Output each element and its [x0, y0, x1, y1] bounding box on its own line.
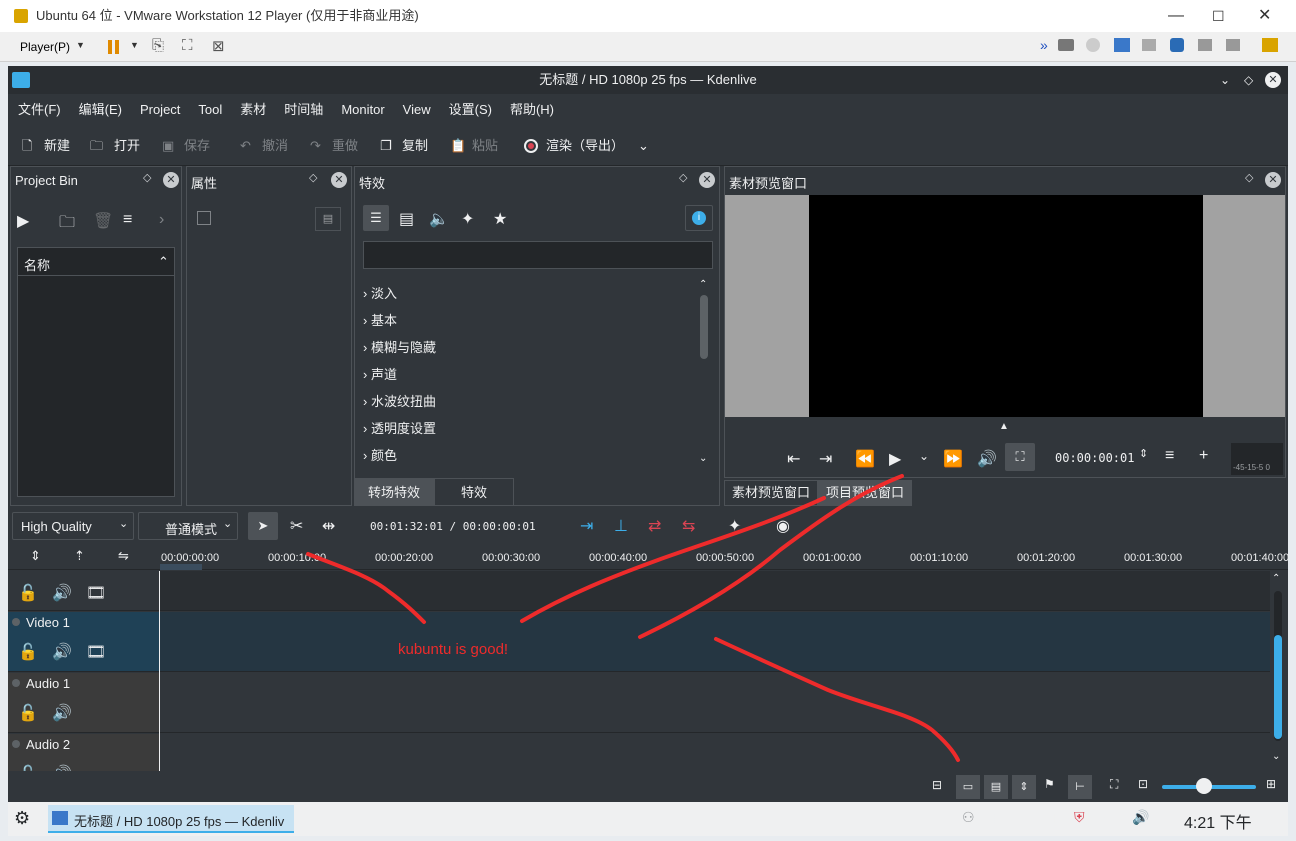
close-icon[interactable]: ✕ [1258, 0, 1271, 32]
printer-icon[interactable] [1142, 39, 1156, 51]
kdenlive-task-icon [52, 811, 68, 825]
message-log-icon[interactable] [1262, 38, 1278, 52]
minimize-icon[interactable]: — [1168, 0, 1184, 32]
vmware-titlebar: Ubuntu 64 位 - VMware Workstation 12 Play… [0, 0, 1296, 32]
clock[interactable]: 4:21 下午 [1184, 809, 1252, 833]
volume-icon[interactable]: 🔊 [1132, 809, 1149, 826]
clipboard-icon[interactable]: ▤ [992, 809, 1005, 826]
annotation-stroke [306, 552, 426, 624]
fullscreen-icon[interactable]: ⛶ [182, 37, 193, 54]
panel-options-icon[interactable]: ≡ [1264, 808, 1272, 824]
sound-card-icon[interactable] [1198, 39, 1212, 51]
network-icon[interactable]: ⎘ [152, 37, 164, 54]
chevron-down-icon[interactable]: ▼ [76, 40, 85, 50]
more-devices-icon[interactable]: » [1040, 37, 1048, 53]
plasma-taskbar: ⚙ 无标题 / HD 1080p 25 fps — Kdenliv ⚇ ▤ ✱ … [8, 802, 1288, 836]
hdd-icon[interactable] [1058, 39, 1074, 51]
annotation-text: kubuntu is good! [398, 641, 509, 658]
task-label: 无标题 / HD 1080p 25 fps — Kdenliv [74, 814, 285, 829]
annotation-stroke [714, 637, 960, 762]
pause-dropdown-icon[interactable]: ▼ [130, 40, 139, 50]
player-menu[interactable]: Player(P) [20, 40, 70, 54]
bluetooth-icon[interactable]: ✱ [1020, 809, 1032, 826]
network-status-icon[interactable]: ⊟ [1102, 809, 1114, 826]
annotation-stroke [638, 474, 904, 639]
tray-expand-icon[interactable]: ▲ [1162, 809, 1174, 823]
display-icon[interactable] [1226, 39, 1240, 51]
task-kdenlive[interactable]: 无标题 / HD 1080p 25 fps — Kdenliv [48, 805, 294, 833]
usb-icon[interactable] [1170, 38, 1184, 52]
network-adapter-icon[interactable] [1114, 38, 1130, 52]
annotation-stroke [520, 496, 826, 623]
unity-icon[interactable]: ⊠ [212, 37, 225, 55]
vmware-logo-icon [14, 9, 28, 23]
kde-launcher-icon[interactable]: ⚙ [14, 808, 30, 829]
maximize-icon[interactable]: ☐ [1212, 0, 1225, 32]
updates-icon[interactable]: ⛨ [1074, 809, 1085, 826]
usb-device-icon[interactable]: ▮ [1048, 809, 1056, 826]
pause-icon[interactable] [108, 40, 112, 54]
annotation-scribbles [306, 474, 960, 762]
vmware-title: Ubuntu 64 位 - VMware Workstation 12 Play… [36, 8, 419, 23]
kdenlive-window: 无标题 / HD 1080p 25 fps — Kdenlive ⌄ ◇ ✕ 文… [8, 66, 1289, 802]
user-icon[interactable]: ⚇ [962, 809, 975, 826]
vmware-toolbar: Player(P) ▼ ▼ ⎘ ⛶ ⊠ » [0, 32, 1296, 62]
cd-icon[interactable] [1086, 38, 1100, 52]
